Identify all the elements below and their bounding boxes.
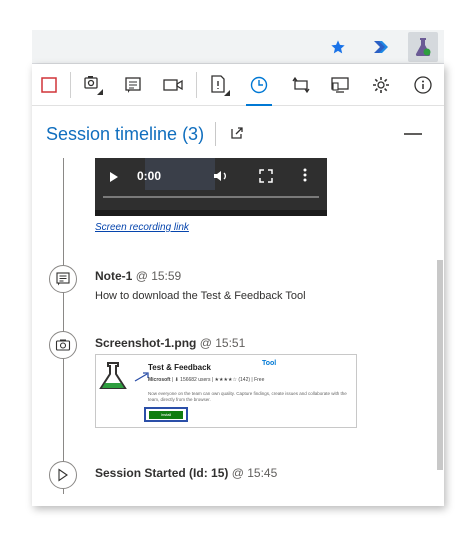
toolbar-divider [70,72,71,98]
screenshot-tool-label: Tool [262,360,277,367]
create-bug-icon[interactable] [204,70,234,100]
stop-recording-icon[interactable] [34,70,64,100]
record-screen-icon[interactable] [158,70,188,100]
settings-icon[interactable] [366,70,396,100]
header-divider [215,122,216,146]
popout-icon[interactable] [230,126,244,140]
timeline-line [63,158,64,494]
note-node-icon [49,265,77,293]
toolbar-divider [196,72,197,98]
device-icon[interactable] [326,70,356,100]
screenshot-stats: | ⬇ 156682 users | ★★★★☆ (142) | Free [171,377,265,383]
browser-toolbar [32,30,444,64]
entry-timestamp: @ 15:51 [199,336,246,350]
timeline-icon[interactable] [244,70,274,106]
video-player[interactable]: 0:00 [95,158,327,216]
timeline-entry-note[interactable]: Note-1 @ 15:59 [95,269,181,283]
volume-icon[interactable] [213,169,229,188]
screenshot-description: Now everyone on the team can own quality… [148,391,347,402]
fullscreen-icon[interactable] [259,169,273,188]
entry-name: Note-1 [95,269,133,283]
entry-timestamp: @ 15:59 [135,269,182,283]
test-feedback-panel: Session timeline (3) 0:00 Screen recordi… [32,64,444,506]
screenshot-publisher: Microsoft [148,377,171,383]
panel-toolbar [32,64,444,106]
install-button: Install [144,407,188,422]
entry-name: Screenshot-1.png [95,336,197,350]
video-progress-bar[interactable] [103,196,319,198]
flask-icon [98,361,128,396]
play-circle-icon [49,461,77,489]
video-controls-bar [95,210,327,216]
capture-note-icon[interactable] [118,70,148,100]
star-icon[interactable] [327,36,349,58]
timeline-entry-screenshot[interactable]: Screenshot-1.png @ 15:51 [95,336,245,350]
timeline-header: Session timeline (3) [32,106,444,158]
azure-devops-arrow-icon[interactable] [370,36,392,58]
more-options-icon[interactable] [303,168,307,187]
camera-icon [49,331,77,359]
screenshot-thumbnail[interactable]: Test & Feedback Tool Microsoft | ⬇ 15668… [95,354,357,428]
info-icon[interactable] [408,70,438,100]
test-feedback-flask-icon[interactable] [408,32,438,62]
minimize-button[interactable] [404,133,422,135]
install-label: Install [149,410,183,419]
scrollbar-thumb[interactable] [437,260,443,470]
screen-recording-link[interactable]: Screen recording link [95,222,189,233]
timeline-entry-session-start[interactable]: Session Started (Id: 15) @ 15:45 [95,466,277,480]
play-icon[interactable] [109,170,119,188]
connection-icon[interactable] [286,70,316,100]
video-time: 0:00 [137,169,162,183]
entry-name: Session Started (Id: 15) [95,466,229,480]
page-title: Session timeline (3) [46,124,205,144]
note-description: How to download the Test & Feedback Tool [95,290,306,302]
screenshot-meta: Microsoft | ⬇ 156682 users | ★★★★☆ (142)… [148,377,264,383]
screenshot-title: Test & Feedback [148,363,211,372]
capture-screenshot-icon[interactable] [78,70,108,100]
entry-timestamp: @ 15:45 [231,466,278,480]
